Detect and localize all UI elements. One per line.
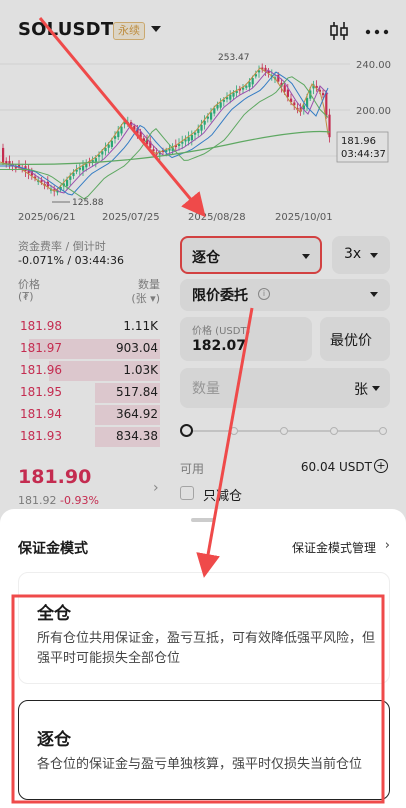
sheet-title: 保证金模式: [18, 541, 88, 557]
option-desc: 各仓位的保证金与盈亏单独核算，强平时仅损失当前仓位: [37, 757, 363, 772]
option-name: 全仓: [37, 604, 71, 624]
chevron-right-icon[interactable]: ›: [385, 538, 390, 553]
option-cross-margin[interactable]: 全仓 所有仓位共用保证金，盈亏互抵，可有效降低强平风险，但强平时可能损失全部仓位: [18, 572, 390, 684]
option-desc: 所有仓位共用保证金，盈亏互抵，可有效降低强平风险，但强平时可能损失全部仓位: [37, 631, 376, 666]
option-name: 逐仓: [37, 730, 71, 750]
margin-mode-manage-link[interactable]: 保证金模式管理: [292, 539, 376, 556]
sheet-handle[interactable]: [191, 518, 215, 522]
option-isolated-margin[interactable]: 逐仓 各仓位的保证金与盈亏单独核算，强平时仅损失当前仓位: [18, 700, 390, 800]
margin-mode-sheet: 保证金模式 保证金模式管理 › 全仓 所有仓位共用保证金，盈亏互抵，可有效降低强…: [0, 509, 406, 808]
